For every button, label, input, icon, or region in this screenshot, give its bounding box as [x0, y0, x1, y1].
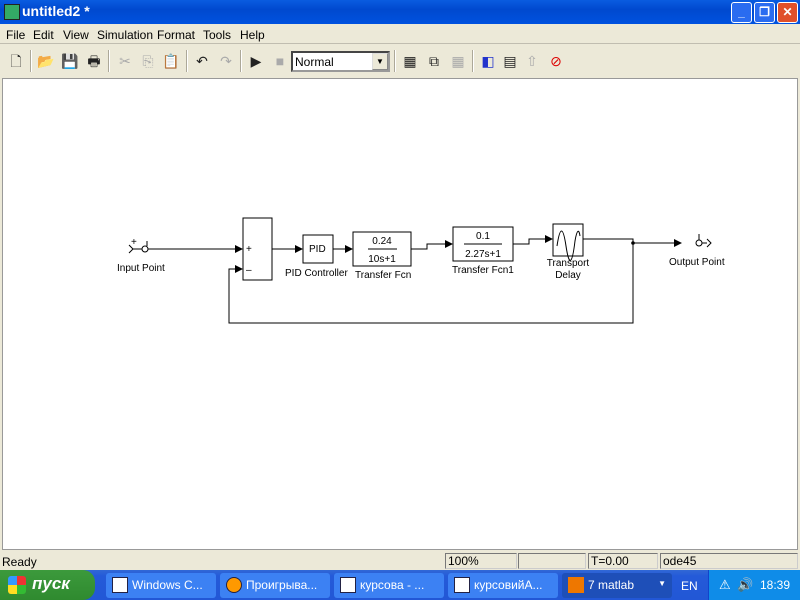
print-icon[interactable]: 🖶 [84, 51, 104, 71]
simulation-mode-select[interactable]: Normal ▼ [291, 51, 390, 72]
separator [108, 50, 110, 72]
task-label: Windows C... [132, 578, 203, 592]
signal-lines [148, 235, 682, 324]
separator [394, 50, 396, 72]
start-button[interactable]: пуск [0, 570, 95, 600]
volume-icon[interactable]: 🔊 [737, 577, 753, 593]
menu-bar: File Edit View Simulation Format Tools H… [0, 24, 800, 44]
status-bar: Ready 100% T=0.00 ode45 [0, 552, 800, 570]
tf1-denominator: 2.27s+1 [465, 249, 501, 260]
menu-simulation[interactable]: Simulation [97, 28, 153, 42]
matlab-icon [568, 577, 584, 593]
close-button[interactable]: ✕ [777, 2, 798, 23]
output-point-block[interactable] [695, 234, 712, 248]
chevron-down-icon[interactable]: ▼ [372, 53, 388, 70]
input-point-block[interactable]: + [128, 237, 149, 254]
input-point-label: Input Point [117, 263, 165, 274]
task-label: 7 matlab [588, 578, 635, 592]
separator [186, 50, 188, 72]
model-canvas[interactable]: + Input Point + – PID PID Controller 0.2… [2, 78, 798, 550]
task-media-player[interactable]: Проигрыва... [220, 573, 330, 598]
paste-icon[interactable]: 📋 [161, 51, 181, 71]
transport-delay-label-2: Delay [555, 270, 581, 281]
start-label: пуск [32, 574, 70, 593]
simulation-time: T=0.00 [588, 553, 658, 569]
solver-name: ode45 [660, 553, 798, 569]
system-tray: ⚠ 🔊 18:39 [708, 570, 800, 600]
task-word-kursoviy[interactable]: курсовийА... [448, 573, 558, 598]
undo-icon[interactable]: ↶ [192, 51, 212, 71]
task-matlab-group[interactable]: 7 matlab ▼ [562, 573, 672, 598]
minimize-button[interactable]: _ [731, 2, 752, 23]
menu-tools[interactable]: Tools [203, 28, 231, 42]
task-label: курсовийА... [474, 578, 543, 592]
simulink-app-icon [4, 4, 20, 20]
build-icon[interactable]: ▦ [400, 51, 420, 71]
task-label: курсова - ... [360, 578, 425, 592]
pid-block-text: PID [309, 244, 326, 255]
task-word-kursova[interactable]: курсова - ... [334, 573, 444, 598]
transport-delay-block[interactable] [552, 223, 584, 261]
sum-plus-sign: + [246, 244, 252, 255]
taskbar: пуск Windows C... Проигрыва... курсова -… [0, 570, 800, 600]
menu-format[interactable]: Format [157, 28, 195, 42]
pid-controller-label: PID Controller [285, 268, 348, 279]
word-icon [340, 577, 356, 593]
pid-controller-block[interactable]: PID [302, 234, 334, 264]
output-point-label: Output Point [669, 257, 725, 268]
library-browser-icon[interactable]: ◧ [478, 51, 498, 71]
language-indicator[interactable]: EN [681, 579, 698, 593]
tf-numerator: 0.24 [372, 236, 392, 247]
window-title: untitled2 * [22, 3, 90, 19]
transfer-fcn1-block[interactable]: 0.1 2.27s+1 [452, 226, 514, 262]
transfer-fcn-block[interactable]: 0.24 10s+1 [352, 231, 412, 267]
zoom-level: 100% [445, 553, 517, 569]
word-icon [454, 577, 470, 593]
block-diagram: + Input Point + – PID PID Controller 0.2… [117, 217, 725, 324]
go-to-parent-icon[interactable]: ⇧ [522, 51, 542, 71]
transport-delay-label-1: Transport [547, 258, 590, 269]
menu-file[interactable]: File [6, 28, 25, 42]
maximize-button[interactable]: ❐ [754, 2, 775, 23]
menu-view[interactable]: View [63, 28, 89, 42]
transfer-fcn1-label: Transfer Fcn1 [452, 265, 514, 276]
network-icon[interactable]: ⚠ [719, 577, 731, 593]
status-text: Ready [2, 555, 37, 569]
menu-help[interactable]: Help [240, 28, 265, 42]
media-player-icon [226, 577, 242, 593]
cut-icon[interactable]: ✂ [115, 51, 135, 71]
clock[interactable]: 18:39 [760, 578, 790, 592]
task-windows-commander[interactable]: Windows C... [106, 573, 216, 598]
menu-edit[interactable]: Edit [33, 28, 54, 42]
model-explorer-icon[interactable]: ▤ [500, 51, 520, 71]
save-icon[interactable]: 💾 [60, 51, 80, 71]
svg-text:+: + [131, 237, 137, 248]
status-empty-cell [518, 553, 586, 569]
start-simulation-icon[interactable]: ▶ [246, 51, 266, 71]
separator [240, 50, 242, 72]
toolbar: 🗋 📂 💾 🖶 ✂ ⎘ 📋 ↶ ↷ ▶ ■ ▦ ⧉ ▦ ◧ ▤ ⇧ ⊘ [0, 46, 800, 76]
title-bar: untitled2 * _ ❐ ✕ [0, 0, 800, 24]
transfer-fcn-label: Transfer Fcn [355, 270, 411, 281]
stop-simulation-icon[interactable]: ■ [270, 51, 290, 71]
task-label: Проигрыва... [246, 578, 318, 592]
sum-minus-sign: – [246, 265, 252, 276]
sum-block[interactable]: + – [242, 217, 273, 281]
branch-point [631, 241, 635, 245]
open-icon[interactable]: 📂 [36, 51, 56, 71]
chevron-down-icon: ▼ [658, 579, 666, 588]
simulation-mode-value: Normal [295, 55, 334, 69]
debugger-icon[interactable]: ⊘ [546, 51, 566, 71]
separator [30, 50, 32, 72]
update-diagram-icon[interactable]: ⧉ [424, 51, 444, 71]
tf1-numerator: 0.1 [476, 231, 490, 242]
new-icon[interactable]: 🗋 [6, 51, 26, 71]
redo-icon[interactable]: ↷ [216, 51, 236, 71]
build-subsystem-icon[interactable]: ▦ [448, 51, 468, 71]
tf-denominator: 10s+1 [368, 254, 396, 265]
copy-icon[interactable]: ⎘ [138, 51, 158, 71]
windows-logo-icon [8, 576, 26, 594]
floppy-icon [112, 577, 128, 593]
separator [472, 50, 474, 72]
